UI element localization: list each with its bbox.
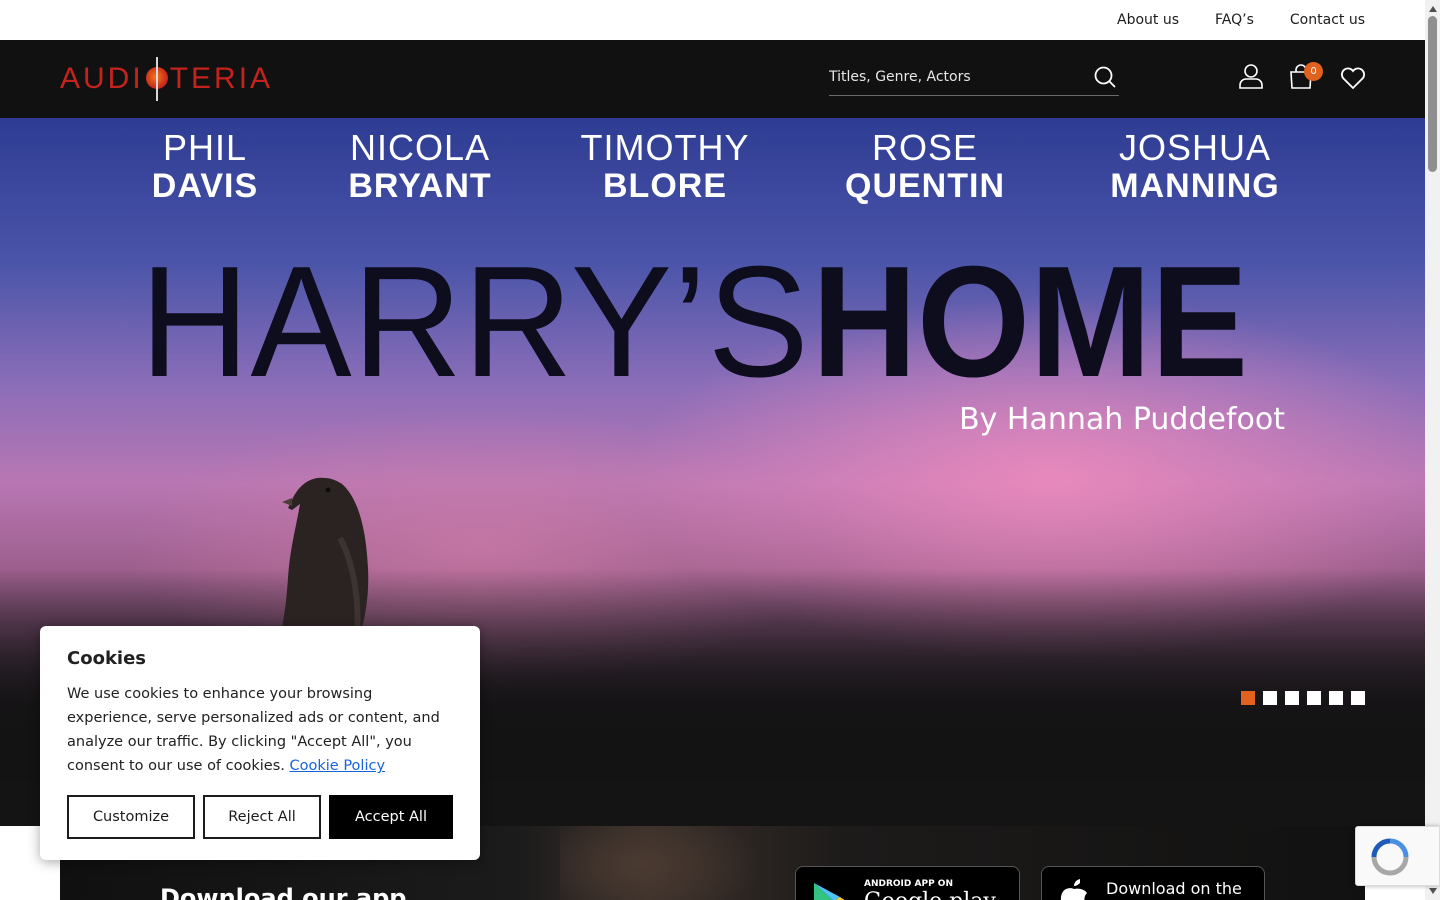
cast-last-name: BRYANT <box>348 166 492 205</box>
slider-pagination <box>1241 691 1365 705</box>
site-header: AUDI TERIA 0 <box>0 40 1425 118</box>
search-box <box>829 58 1119 96</box>
slide-dot-6[interactable] <box>1351 691 1365 705</box>
slide-dot-2[interactable] <box>1263 691 1277 705</box>
logo-mark-icon <box>145 57 169 101</box>
slide-dot-4[interactable] <box>1307 691 1321 705</box>
cast-member: JOSHUA MANNING <box>1085 128 1305 205</box>
accept-all-button[interactable]: Accept All <box>329 795 453 839</box>
google-play-icon <box>814 883 845 900</box>
cast-member: TIMOTHY BLORE <box>575 128 755 205</box>
top-links: About us FAQ’s Contact us <box>1117 0 1365 40</box>
user-icon[interactable] <box>1237 62 1265 90</box>
faqs-link[interactable]: FAQ’s <box>1215 12 1254 28</box>
app-store-label: Download on the <box>1106 879 1242 898</box>
logo-text-right: TERIA <box>169 62 274 95</box>
scrollbar-thumb[interactable] <box>1428 16 1437 172</box>
cart-count-badge: 0 <box>1304 62 1323 81</box>
cast-last-name: QUENTIN <box>845 166 1005 205</box>
hero-byline: By Hannah Puddefoot <box>959 402 1285 437</box>
cast-member: ROSE QUENTIN <box>825 128 1025 205</box>
hero-title-thin: HARRY’S <box>140 234 810 410</box>
google-play-small-label: ANDROID APP ON <box>864 879 953 889</box>
cast-last-name: MANNING <box>1110 166 1280 205</box>
slide-dot-5[interactable] <box>1329 691 1343 705</box>
audioteria-logo[interactable]: AUDI TERIA <box>60 57 273 101</box>
recaptcha-icon <box>1371 838 1409 876</box>
cookie-dialog-title: Cookies <box>67 648 147 669</box>
customize-button[interactable]: Customize <box>67 795 195 839</box>
cookie-policy-link[interactable]: Cookie Policy <box>290 758 386 774</box>
app-download-heading: Download our app <box>160 884 407 900</box>
search-icon[interactable] <box>1093 65 1117 89</box>
cast-member: NICOLA BRYANT <box>330 128 510 205</box>
cookie-consent-dialog: Cookies We use cookies to enhance your b… <box>40 626 480 860</box>
google-play-button[interactable]: ANDROID APP ON Google play <box>795 866 1020 900</box>
app-store-button[interactable]: Download on the <box>1041 866 1265 900</box>
top-utility-bar: About us FAQ’s Contact us <box>0 0 1425 40</box>
scroll-down-arrow-icon[interactable] <box>1429 888 1437 894</box>
heart-icon[interactable] <box>1339 64 1367 92</box>
apple-icon <box>1060 879 1087 900</box>
reject-all-button[interactable]: Reject All <box>203 795 321 839</box>
hero-title-bold: HOME <box>812 234 1249 410</box>
search-input[interactable] <box>829 64 1079 90</box>
cast-first-name: JOSHUA <box>1118 127 1272 168</box>
cast-first-name: TIMOTHY <box>580 127 750 168</box>
google-play-big-label: Google play <box>864 889 996 900</box>
slide-dot-1[interactable] <box>1241 691 1255 705</box>
cookie-dialog-body: We use cookies to enhance your browsing … <box>67 682 459 778</box>
cast-first-name: NICOLA <box>349 127 491 168</box>
cast-last-name: DAVIS <box>151 166 259 205</box>
slide-dot-3[interactable] <box>1285 691 1299 705</box>
cast-member: PHIL DAVIS <box>130 128 280 205</box>
scroll-up-arrow-icon[interactable] <box>1429 6 1437 12</box>
cast-first-name: ROSE <box>871 127 979 168</box>
cast-first-name: PHIL <box>162 127 248 168</box>
about-us-link[interactable]: About us <box>1117 12 1179 28</box>
recaptcha-badge[interactable] <box>1355 826 1440 886</box>
contact-us-link[interactable]: Contact us <box>1290 12 1365 28</box>
cast-last-name: BLORE <box>603 166 727 205</box>
logo-text-left: AUDI <box>60 62 144 95</box>
